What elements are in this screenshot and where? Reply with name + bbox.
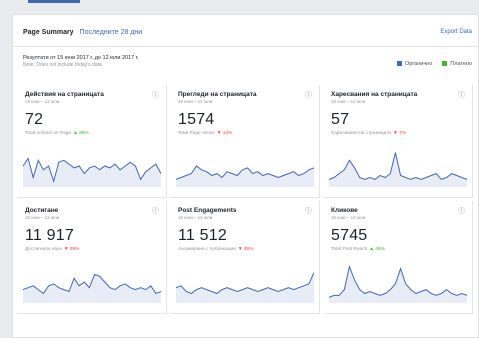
metric-card-page-actions[interactable]: Действия на страницата 15 юни – 12 юли ⓘ 72… bbox=[17, 85, 167, 198]
info-icon[interactable]: ⓘ bbox=[152, 206, 159, 216]
metric-date-range: 15 юни – 12 юли bbox=[178, 215, 213, 220]
metric-date-range: 15 юни – 12 юли bbox=[331, 215, 366, 220]
summary-title: Page Summary bbox=[23, 29, 74, 36]
sparkline-area bbox=[329, 266, 467, 303]
metric-subtitle: Ангажиране с публикации ▼ 46% bbox=[178, 247, 254, 252]
metric-date-range: 15 юни – 12 юли bbox=[25, 99, 60, 104]
metric-subtitle-text: Ангажиране с публикации bbox=[178, 247, 236, 252]
metric-value: 72 bbox=[25, 111, 44, 128]
period-selector[interactable]: Последните 28 дни bbox=[80, 29, 143, 36]
metric-card-page-views[interactable]: Прегледи на страницата 15 юни – 12 юли ⓘ 15… bbox=[170, 85, 320, 198]
date-range: Резултати от 15 юни 2017 г. до 12 юли 20… bbox=[23, 55, 139, 68]
sparkline-area bbox=[23, 274, 161, 303]
date-range-text: Резултати от 15 юни 2017 г. до 12 юли 20… bbox=[23, 55, 139, 61]
metric-value: 11 512 bbox=[178, 227, 227, 244]
metric-change: ▲ 86% bbox=[73, 131, 89, 136]
export-data-link[interactable]: Export Data bbox=[440, 29, 472, 35]
sparkline-chart[interactable] bbox=[23, 261, 161, 303]
metric-subtitle: Total Page Views ▼ 14% bbox=[178, 131, 232, 136]
info-icon[interactable]: ⓘ bbox=[458, 206, 465, 216]
metric-subtitle: Total Post Reach ▲ 45% bbox=[331, 247, 385, 252]
sparkline-area bbox=[23, 158, 161, 187]
metric-subtitle: Харесвания на страницата ▼ 7% bbox=[331, 131, 406, 136]
metric-card-post-engagements[interactable]: Post Engagements 15 юни – 12 юли ⓘ 11 512 Ан… bbox=[170, 201, 320, 314]
metric-date-range: 15 юни – 12 юли bbox=[178, 99, 213, 104]
info-icon[interactable]: ⓘ bbox=[305, 206, 312, 216]
info-icon[interactable]: ⓘ bbox=[305, 90, 312, 100]
page-summary-panel: Page Summary Последните 28 дни Export Da… bbox=[12, 14, 479, 338]
date-range-note: Note: Does not include today's data bbox=[23, 62, 102, 68]
metric-date-range: 15 юни – 12 юли bbox=[25, 215, 60, 220]
metric-subtitle-text: Total Actions on Page bbox=[25, 131, 72, 136]
top-tab-bar bbox=[0, 0, 479, 8]
metric-value: 5745 bbox=[331, 227, 368, 244]
metric-value: 57 bbox=[331, 111, 350, 128]
legend-item-organic[interactable]: Органично bbox=[396, 61, 433, 67]
sparkline-chart[interactable] bbox=[23, 145, 161, 187]
metric-subtitle: Total Actions on Page ▲ 86% bbox=[25, 131, 89, 136]
summary-header: Page Summary Последните 28 дни bbox=[23, 29, 142, 36]
sparkline-chart[interactable] bbox=[176, 261, 314, 303]
sparkline-chart[interactable] bbox=[176, 145, 314, 187]
metric-title[interactable]: Харесвания на страницата bbox=[331, 91, 417, 98]
metric-title[interactable]: Достигане bbox=[25, 207, 58, 214]
metric-card-reach[interactable]: Достигане 15 юни – 12 юли ⓘ 11 917 Достигнат… bbox=[17, 201, 167, 314]
info-icon[interactable]: ⓘ bbox=[152, 90, 159, 100]
metric-subtitle-text: Харесвания на страницата bbox=[331, 131, 392, 136]
metric-card-clicks[interactable]: Кликове 15 юни – 12 юли ⓘ 5745 Total Post Re… bbox=[323, 201, 473, 314]
metric-change: ▼ 14% bbox=[216, 131, 233, 136]
metric-subtitle: Достигнати хора ▼ 39% bbox=[25, 247, 79, 252]
legend-item-paid[interactable]: Платено bbox=[442, 61, 472, 67]
metric-title[interactable]: Кликове bbox=[331, 207, 358, 214]
metric-title[interactable]: Post Engagements bbox=[178, 207, 237, 214]
sparkline-area bbox=[329, 152, 467, 187]
metric-value: 1574 bbox=[178, 111, 215, 128]
metric-date-range: 15 юни – 12 юли bbox=[331, 99, 366, 104]
metric-card-page-likes[interactable]: Харесвания на страницата 15 юни – 12 юли ⓘ… bbox=[323, 85, 473, 198]
metric-change: ▼ 39% bbox=[63, 247, 80, 252]
metric-change: ▼ 46% bbox=[237, 247, 254, 252]
header-divider bbox=[13, 46, 478, 47]
legend-label-paid: Платено bbox=[450, 61, 472, 67]
legend-swatch-paid bbox=[442, 61, 448, 67]
metric-subtitle-text: Total Page Views bbox=[178, 131, 215, 136]
metric-subtitle-text: Total Post Reach bbox=[331, 247, 368, 252]
sparkline-chart[interactable] bbox=[329, 145, 467, 187]
metric-value: 11 917 bbox=[25, 227, 74, 244]
legend-label-organic: Органично bbox=[404, 61, 433, 67]
metric-title[interactable]: Действия на страницата bbox=[25, 91, 104, 98]
legend: Органично Платено bbox=[396, 61, 472, 67]
metric-subtitle-text: Достигнати хора bbox=[25, 247, 62, 252]
active-tab-indicator bbox=[28, 0, 80, 3]
metric-change: ▼ 7% bbox=[393, 131, 407, 136]
metric-change: ▲ 45% bbox=[369, 247, 385, 252]
legend-swatch-organic bbox=[396, 61, 402, 67]
sparkline-area bbox=[176, 272, 314, 303]
metric-title[interactable]: Прегледи на страницата bbox=[178, 91, 257, 98]
sparkline-chart[interactable] bbox=[329, 261, 467, 303]
info-icon[interactable]: ⓘ bbox=[458, 90, 465, 100]
